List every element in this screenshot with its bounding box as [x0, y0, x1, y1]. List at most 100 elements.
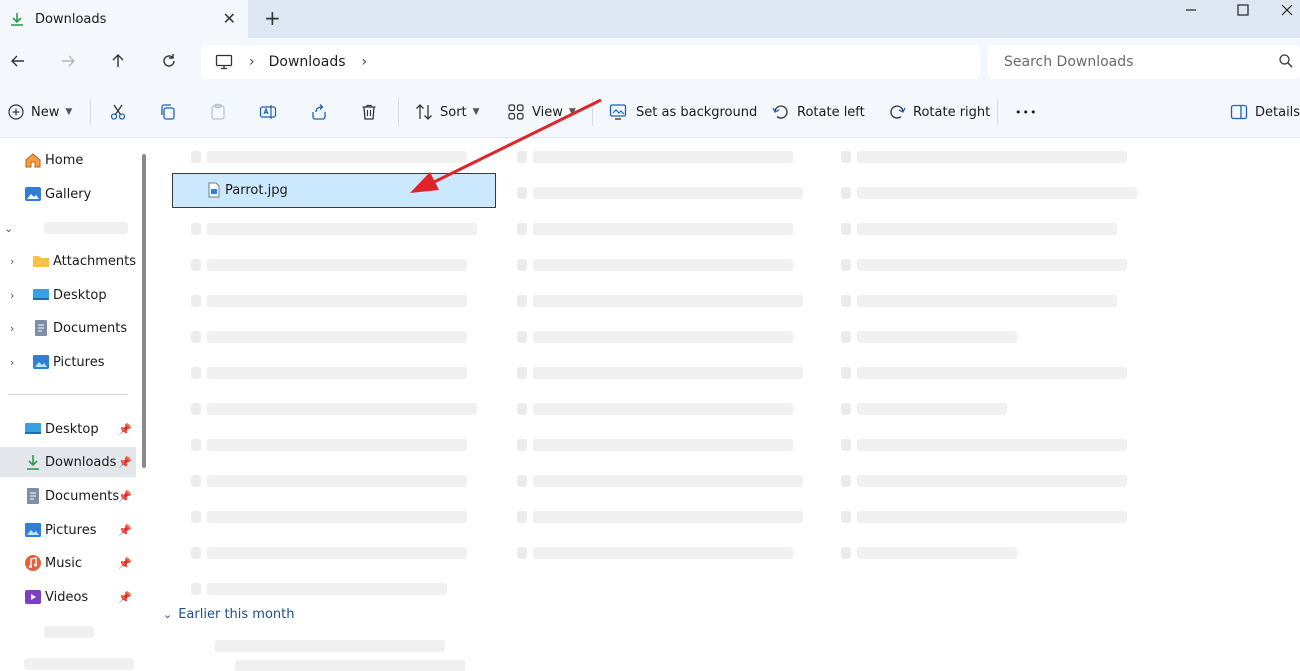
maximize-button[interactable]: [1236, 2, 1250, 21]
blurred-file-name: [215, 640, 445, 652]
blurred-file-icon: [841, 511, 851, 523]
blurred-file-name: [207, 223, 477, 235]
blurred-file-name: [207, 403, 477, 415]
blurred-file-name: [533, 367, 803, 379]
sidebar-item-attachments[interactable]: › Attachments: [0, 246, 136, 276]
close-tab-button[interactable]: ✕: [223, 9, 236, 28]
grid-icon: [508, 104, 524, 120]
details-button[interactable]: Details: [1230, 100, 1300, 124]
share-button[interactable]: [310, 100, 335, 124]
blurred-file-name: [207, 151, 467, 163]
copy-button[interactable]: [159, 100, 184, 124]
set-as-background-button[interactable]: Set as background: [609, 100, 757, 124]
sort-button[interactable]: Sort ▼: [415, 100, 480, 124]
arrow-right-icon: [62, 55, 75, 67]
image-file-icon: [208, 182, 220, 198]
paste-button[interactable]: [209, 100, 234, 124]
chevron-down-icon: ▼: [472, 107, 480, 117]
new-label: New: [31, 104, 60, 120]
sidebar-item-quick-documents[interactable]: Documents 📌: [0, 481, 136, 511]
blurred-file-icon: [191, 223, 201, 235]
rotate-left-label: Rotate left: [797, 104, 865, 120]
divider: [398, 98, 399, 126]
sidebar-item-quick-downloads[interactable]: Downloads 📌: [0, 447, 136, 477]
address-bar[interactable]: › Downloads ›: [201, 45, 980, 79]
sidebar-item-documents[interactable]: › Documents: [0, 313, 136, 343]
arrow-up-icon: [112, 54, 124, 67]
blurred-file-name: [857, 547, 1017, 559]
maximize-icon: [1237, 4, 1249, 16]
breadcrumb-separator[interactable]: ›: [362, 54, 368, 70]
pin-icon: 📌: [118, 590, 132, 604]
view-button[interactable]: View ▼: [507, 100, 576, 124]
blurred-file-name: [533, 223, 793, 235]
cut-button[interactable]: [109, 100, 134, 124]
view-label: View: [532, 104, 563, 120]
blurred-file-icon: [841, 187, 851, 199]
this-pc-icon: [215, 54, 233, 70]
search-input[interactable]: Search Downloads: [988, 45, 1300, 79]
selected-file-item[interactable]: Parrot.jpg: [172, 173, 496, 208]
up-button[interactable]: [107, 50, 129, 72]
sidebar-item-label: Attachments: [53, 253, 136, 269]
pin-icon: 📌: [118, 422, 132, 436]
group-header-earlier-this-month[interactable]: ⌄ Earlier this month: [163, 607, 295, 622]
sidebar-item-pictures[interactable]: › Pictures: [0, 347, 136, 377]
sidebar-item-gallery[interactable]: Gallery: [0, 179, 136, 209]
blurred-file-name: [533, 511, 803, 523]
tab-downloads[interactable]: Downloads ✕: [0, 0, 248, 38]
set-background-label: Set as background: [636, 104, 758, 120]
back-button[interactable]: [7, 50, 29, 72]
blurred-file-icon: [517, 295, 527, 307]
blurred-file-icon: [841, 367, 851, 379]
blurred-file-name: [533, 187, 803, 199]
blurred-file-icon: [191, 475, 201, 487]
sidebar-item-label: Home: [45, 152, 84, 168]
new-button[interactable]: New ▼: [8, 100, 72, 124]
sidebar-item-quick-pictures[interactable]: Pictures 📌: [0, 515, 136, 545]
sidebar-item-home[interactable]: Home: [0, 145, 136, 175]
more-options-button[interactable]: •••: [1015, 100, 1037, 124]
blurred-file-name: [857, 511, 1127, 523]
delete-button[interactable]: [360, 100, 385, 124]
blurred-file-name: [857, 403, 1007, 415]
sidebar-scrollbar[interactable]: [142, 154, 146, 468]
rotate-left-button[interactable]: Rotate left: [772, 100, 865, 124]
folder-icon: [33, 256, 49, 267]
blurred-file-name: [533, 403, 793, 415]
sort-label: Sort: [440, 104, 467, 120]
new-tab-button[interactable]: +: [264, 6, 281, 30]
blurred-file-name: [533, 475, 803, 487]
breadcrumb-downloads[interactable]: Downloads: [269, 54, 346, 70]
sidebar-item-collapsed[interactable]: ⌄: [0, 213, 136, 243]
sidebar-item-label: Documents: [53, 320, 128, 336]
rotate-right-button[interactable]: Rotate right: [888, 100, 990, 124]
file-list: Parrot.jpg ⌄ Earlier this month: [155, 138, 1300, 671]
refresh-button[interactable]: [158, 50, 180, 72]
minimize-button[interactable]: [1184, 2, 1198, 21]
blurred-item: [44, 222, 128, 234]
blurred-file-name: [857, 439, 1127, 451]
blurred-file-name: [857, 367, 1127, 379]
blurred-file-icon: [841, 223, 851, 235]
close-icon: [1281, 4, 1293, 16]
documents-icon: [27, 488, 39, 504]
pictures-icon: [33, 355, 49, 369]
blurred-file-icon: [841, 295, 851, 307]
sidebar-item-quick-videos[interactable]: Videos 📌: [0, 582, 136, 612]
blurred-item: [44, 626, 94, 638]
blurred-file-name: [207, 511, 467, 523]
close-window-button[interactable]: [1280, 2, 1294, 21]
tab-title: Downloads: [35, 11, 107, 27]
sidebar-item-quick-music[interactable]: Music 📌: [0, 548, 136, 578]
sidebar-item-quick-desktop[interactable]: Desktop 📌: [0, 414, 136, 444]
blurred-file-icon: [191, 547, 201, 559]
blurred-file-icon: [841, 439, 851, 451]
sidebar-item-label: Desktop: [53, 287, 107, 303]
forward-button[interactable]: [57, 50, 79, 72]
rename-button[interactable]: [259, 100, 284, 124]
sidebar-item-desktop[interactable]: › Desktop: [0, 280, 136, 310]
blurred-file-icon: [517, 475, 527, 487]
breadcrumb-separator[interactable]: ›: [249, 54, 255, 70]
divider: [592, 98, 593, 126]
